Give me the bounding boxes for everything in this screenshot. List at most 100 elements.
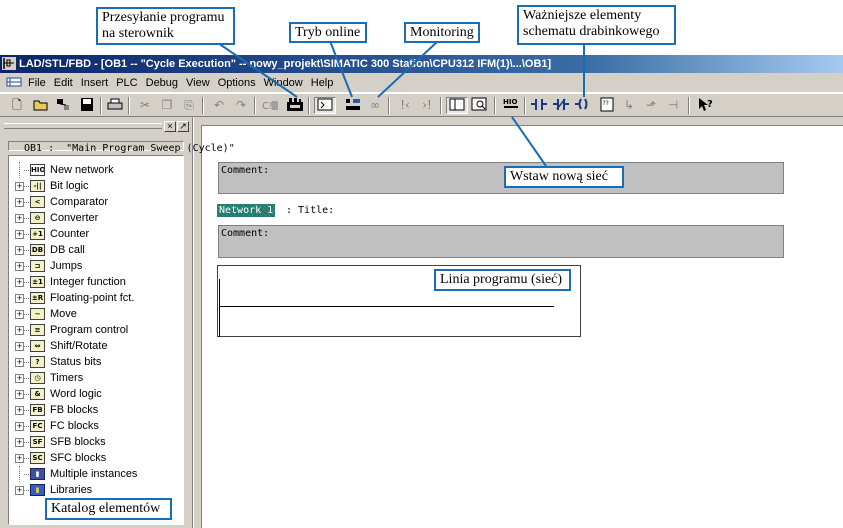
open-branch-icon[interactable]: ↳ (620, 97, 638, 114)
catalog-item[interactable]: + ≡ Program control (9, 322, 183, 338)
help-icon[interactable]: ? (696, 97, 714, 114)
catalog-item[interactable]: + ±R Floating-point fct. (9, 290, 183, 306)
expand-icon[interactable]: + (15, 358, 24, 367)
catalog-item[interactable]: + ⊖ Converter (9, 210, 183, 226)
contact-nc-icon[interactable] (552, 97, 570, 114)
catalog-item[interactable]: ▮ Multiple instances (9, 466, 183, 482)
catalog-item-icon: ±R (30, 292, 45, 304)
expand-icon[interactable]: + (15, 486, 24, 495)
overview-panel-icon[interactable] (446, 97, 468, 114)
catalog-item[interactable]: + +1 Counter (9, 226, 183, 242)
menu-plc[interactable]: PLC (112, 73, 141, 93)
document-system-icon[interactable] (6, 76, 22, 88)
catalog-item[interactable]: + SF SFB blocks (9, 434, 183, 450)
catalog-grip[interactable] (4, 123, 162, 129)
catalog-item[interactable]: + ±1 Integer function (9, 274, 183, 290)
copy-icon[interactable]: ❐ (158, 97, 176, 114)
monitor-off-icon[interactable]: ∞ (366, 97, 384, 114)
network-title[interactable]: : Title: (286, 205, 334, 216)
tree-line (24, 442, 29, 443)
catalog-item[interactable]: +? Status bits (9, 354, 183, 370)
tree-line (24, 346, 29, 347)
catalog-item[interactable]: + ⇔ Shift/Rotate (9, 338, 183, 354)
expand-icon[interactable]: + (15, 342, 24, 351)
expand-icon[interactable]: + (15, 198, 24, 207)
save-icon[interactable] (78, 97, 96, 114)
expand-icon[interactable]: + (15, 278, 24, 287)
network-comment-box[interactable]: Comment: (218, 225, 784, 258)
close-icon[interactable]: × (164, 121, 176, 132)
catalog-item[interactable]: + & Word logic (9, 386, 183, 402)
catalog-item[interactable]: + SC SFC blocks (9, 450, 183, 466)
menu-debug[interactable]: Debug (142, 73, 182, 93)
tree-line (24, 394, 29, 395)
menu-help[interactable]: Help (307, 73, 338, 93)
expand-icon[interactable]: + (15, 454, 24, 463)
network-label[interactable]: Network 1 (217, 204, 276, 217)
expand-icon[interactable]: + (15, 294, 24, 303)
catalog-tree[interactable]: HIO New network + -|| Bit logic + < Comparator +… (8, 155, 184, 525)
catalog-item[interactable]: + ~ Move (9, 306, 183, 322)
program-line[interactable] (220, 306, 554, 307)
catalog-item[interactable]: + FC FC blocks (9, 418, 183, 434)
catalog-item-icon: +1 (30, 228, 45, 240)
catalog-item-label: SFB blocks (50, 436, 106, 448)
coil-icon[interactable] (574, 97, 592, 114)
element-catalog-pane: × ↗ HIO New network + -|| Bit logic + < Compara… (0, 117, 193, 528)
block-comment-box[interactable]: Comment: (218, 162, 784, 194)
paste-icon[interactable]: ⎘ (180, 97, 198, 114)
redo-icon[interactable]: ↷ (232, 97, 250, 114)
load-to-plc-icon[interactable]: C! (262, 97, 280, 114)
expand-icon[interactable]: + (15, 390, 24, 399)
catalog-item[interactable]: + < Comparator (9, 194, 183, 210)
menu-insert[interactable]: Insert (77, 73, 113, 93)
previous-error-icon[interactable]: !‹ (396, 97, 414, 114)
catalog-item[interactable]: + -|| Bit logic (9, 178, 183, 194)
monitor-icon[interactable] (344, 97, 362, 114)
menu-window[interactable]: Window (260, 73, 307, 93)
expand-icon[interactable]: + (15, 214, 24, 223)
new-network-icon[interactable]: HIO (502, 97, 520, 114)
expand-icon[interactable]: + (15, 326, 24, 335)
online-mode-icon[interactable] (286, 97, 304, 114)
catalog-item[interactable]: + DB DB call (9, 242, 183, 258)
expand-icon[interactable]: + (15, 406, 24, 415)
expand-icon[interactable]: + (15, 262, 24, 271)
contact-no-icon[interactable] (530, 97, 548, 114)
expand-icon[interactable]: + (15, 310, 24, 319)
expand-icon[interactable]: + (15, 246, 24, 255)
catalog-item[interactable]: HIO New network (9, 162, 183, 178)
expand-icon[interactable]: + (15, 182, 24, 191)
new-icon[interactable]: 🗋 (8, 97, 26, 114)
undo-icon[interactable]: ↶ (210, 97, 228, 114)
menu-edit[interactable]: Edit (50, 73, 77, 93)
expand-icon[interactable]: + (15, 438, 24, 447)
tree-line (24, 266, 29, 267)
empty-box-icon[interactable]: ?? (598, 97, 616, 114)
catalog-item[interactable]: + FB FB blocks (9, 402, 183, 418)
toolbar: 🗋 ✂ ❐ ⎘ ↶ ↷ C! ∞ !‹ ›! HIO ?? ↳ ⬏ ⊣ ? (0, 94, 843, 117)
expand-icon[interactable]: + (15, 422, 24, 431)
restore-icon[interactable]: ↗ (177, 121, 189, 132)
open-icon[interactable] (32, 97, 50, 114)
connection-icon[interactable]: ⊣ (664, 97, 682, 114)
cut-icon[interactable]: ✂ (136, 97, 154, 114)
next-error-icon[interactable]: ›! (418, 97, 436, 114)
catalog-item[interactable]: + ◷ Timers (9, 370, 183, 386)
details-icon[interactable] (470, 97, 488, 114)
close-branch-icon[interactable]: ⬏ (642, 97, 660, 114)
expand-icon[interactable]: + (15, 374, 24, 383)
catalog-item-label: Converter (50, 212, 99, 224)
menu-options[interactable]: Options (214, 73, 260, 93)
overview-icon[interactable] (314, 97, 336, 114)
expand-icon[interactable]: + (15, 230, 24, 239)
catalog-item-icon: HIO (30, 164, 45, 176)
callout-program-line: Linia programu (sieć) (434, 269, 571, 291)
block-header[interactable]: OB1 : "Main Program Sweep (Cycle)" (24, 143, 235, 154)
print-icon[interactable] (106, 97, 124, 114)
catalog-item[interactable]: + ⊐ Jumps (9, 258, 183, 274)
menu-file[interactable]: File (24, 73, 50, 93)
catalog-item[interactable]: + ▮ Libraries (9, 482, 183, 498)
accessible-nodes-icon[interactable] (54, 97, 72, 114)
menu-view[interactable]: View (182, 73, 214, 93)
